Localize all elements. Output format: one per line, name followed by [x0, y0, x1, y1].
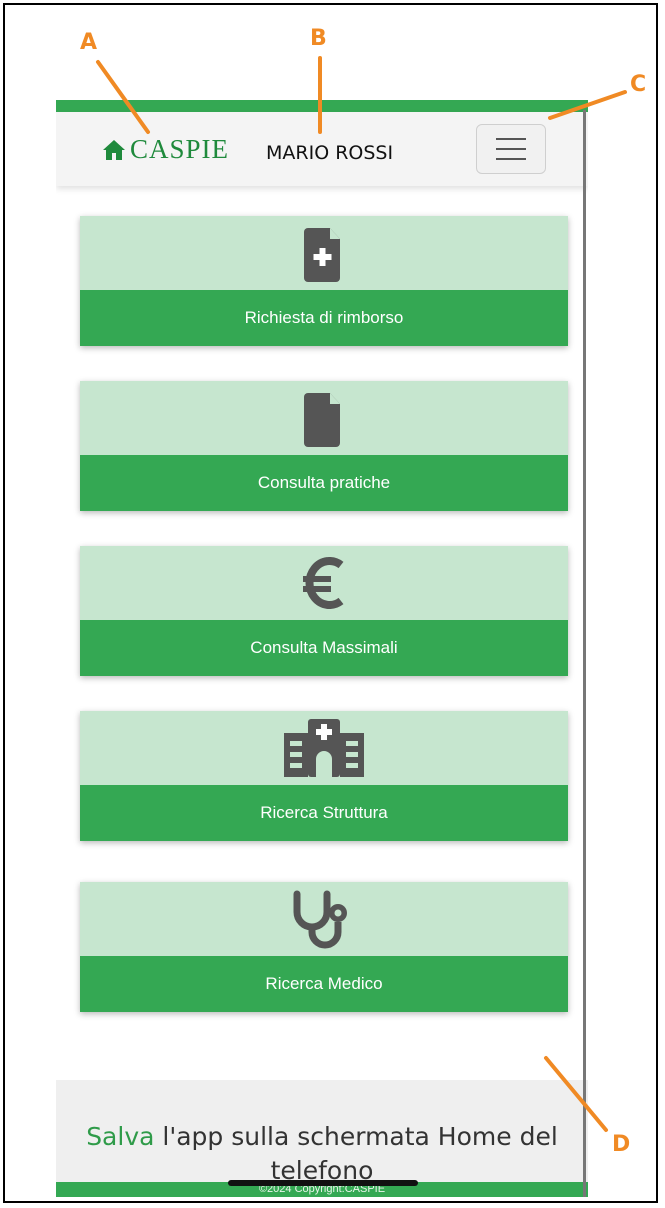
annotation-label-d: D — [612, 1132, 631, 1157]
annotation-label-b: B — [310, 26, 327, 51]
annotation-arrows — [96, 56, 627, 1132]
annotation-label-c: C — [630, 72, 647, 97]
annotation-label-a: A — [80, 30, 98, 55]
